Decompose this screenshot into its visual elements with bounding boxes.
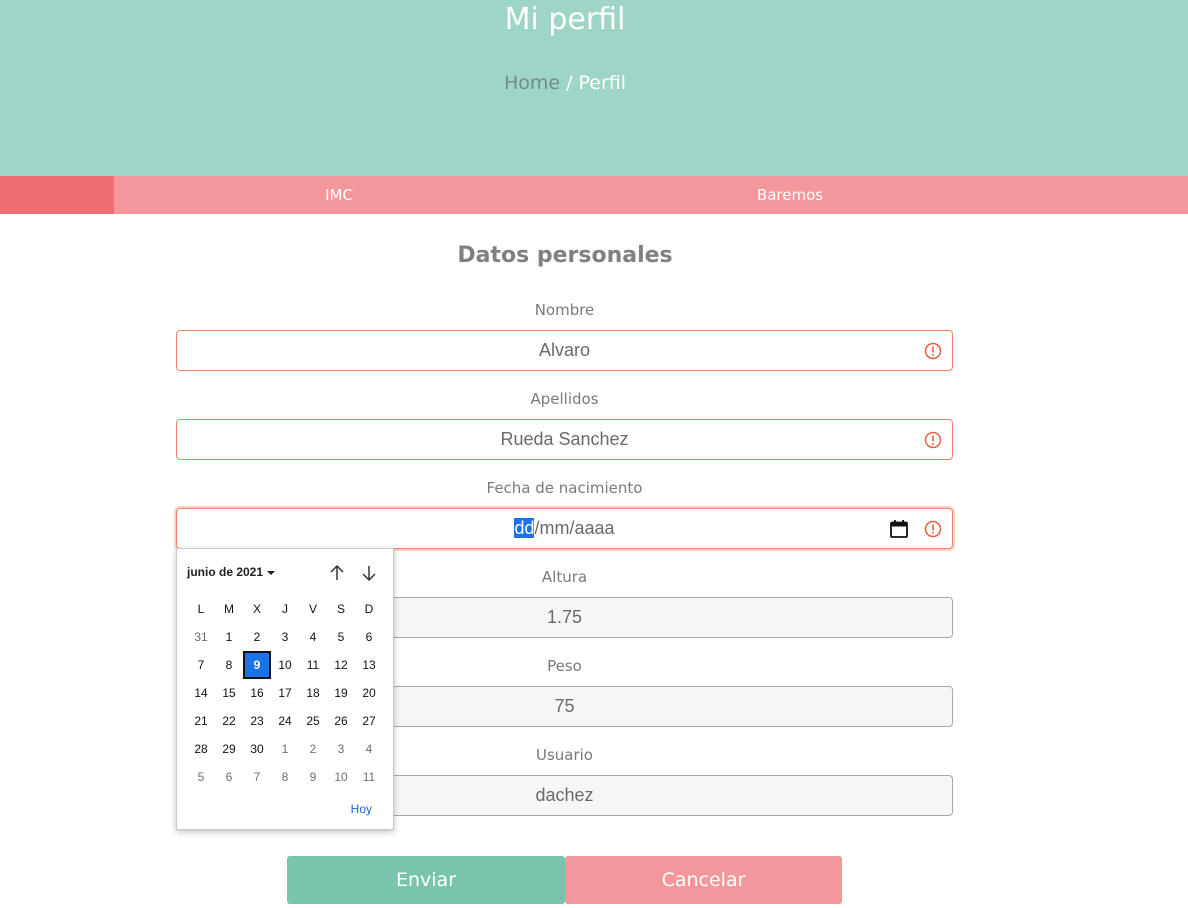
calendar-day[interactable]: 5 (327, 623, 355, 651)
arrow-up-icon[interactable] (327, 563, 347, 583)
weekday-label: M (224, 602, 234, 616)
calendar-day[interactable]: 22 (215, 707, 243, 735)
breadcrumb-current: Perfil (578, 72, 627, 94)
calendar-day[interactable]: 20 (355, 679, 383, 707)
calendar-day[interactable]: 8 (215, 651, 243, 679)
calendar-day[interactable]: 5 (187, 763, 215, 791)
caret-down-icon (267, 570, 276, 575)
today-button[interactable]: Hoy (351, 802, 372, 816)
weekday-label: S (336, 602, 345, 616)
calendar-week-row: 14 15 16 17 18 19 20 (187, 679, 383, 707)
calendar-day[interactable]: 7 (187, 651, 215, 679)
calendar-day[interactable]: 6 (355, 623, 383, 651)
calendar-day[interactable]: 24 (271, 707, 299, 735)
apellidos-input[interactable]: Rueda Sanchez (176, 419, 953, 460)
weekday-label: J (282, 602, 288, 616)
cancel-button[interactable]: Cancelar (565, 856, 842, 904)
breadcrumb: Home / Perfil (0, 72, 1130, 94)
calendar-week-row: 28 29 30 1 2 3 4 (187, 735, 383, 763)
calendar-day[interactable]: 28 (187, 735, 215, 763)
calendar-day[interactable]: 17 (271, 679, 299, 707)
calendar-day[interactable]: 3 (271, 623, 299, 651)
exclamation-circle-icon (924, 342, 942, 360)
breadcrumb-home-link[interactable]: Home (504, 72, 560, 94)
page-header: Mi perfil Home / Perfil (0, 0, 1188, 176)
date-picker-popup: junio de 2021 LMXJVSD 31 1 2 3 4 5 6 7 8 9 10 11 12 1… (176, 548, 394, 830)
month-year-selector[interactable]: junio de 2021 (187, 565, 276, 579)
nav-item-active[interactable] (0, 176, 114, 214)
nav-item-baremos[interactable]: Baremos (564, 176, 1016, 214)
calendar-day[interactable]: 11 (299, 651, 327, 679)
calendar-day[interactable]: 16 (243, 679, 271, 707)
apellidos-value: Rueda Sanchez (500, 429, 629, 449)
calendar-days: 31 1 2 3 4 5 6 7 8 9 10 11 12 13 14 15 16 17 18 19 20 21 22 23 2… (187, 623, 383, 791)
calendar-day[interactable]: 15 (215, 679, 243, 707)
calendar-day[interactable]: 3 (327, 735, 355, 763)
calendar-week-row: 31 1 2 3 4 5 6 (187, 623, 383, 651)
exclamation-circle-icon (924, 431, 942, 449)
arrow-down-icon[interactable] (359, 563, 379, 583)
calendar-day[interactable]: 2 (243, 623, 271, 651)
calendar-day[interactable]: 21 (187, 707, 215, 735)
weekday-label: V (308, 602, 317, 616)
calendar-day[interactable]: 14 (187, 679, 215, 707)
calendar-day[interactable]: 4 (355, 735, 383, 763)
nav-item-imc[interactable]: IMC (114, 176, 564, 214)
date-rest-segments[interactable]: /mm/aaaa (534, 518, 614, 538)
calendar-day[interactable]: 30 (243, 735, 271, 763)
calendar-day[interactable]: 2 (299, 735, 327, 763)
fecha-label: Fecha de nacimiento (486, 479, 643, 497)
submit-button[interactable]: Enviar (287, 856, 565, 904)
calendar-day[interactable]: 10 (327, 763, 355, 791)
calendar-day[interactable]: 27 (355, 707, 383, 735)
apellidos-label: Apellidos (530, 390, 599, 408)
calendar-week-row: 7 8 9 10 11 12 13 (187, 651, 383, 679)
calendar-day[interactable]: 29 (215, 735, 243, 763)
calendar-day[interactable]: 9 (299, 763, 327, 791)
nombre-input[interactable]: Alvaro (176, 330, 953, 371)
calendar-day[interactable]: 10 (271, 651, 299, 679)
weekday-label: X (252, 602, 261, 616)
nombre-value: Alvaro (538, 340, 591, 360)
calendar-day[interactable]: 31 (187, 623, 215, 651)
calendar-week-row: 21 22 23 24 25 26 27 (187, 707, 383, 735)
nav-bar: IMC Baremos (0, 176, 1188, 214)
altura-value: 1.75 (546, 607, 583, 627)
calendar-day[interactable]: 12 (327, 651, 355, 679)
calendar-day[interactable]: 1 (215, 623, 243, 651)
peso-value: 75 (554, 696, 575, 716)
weekday-label: D (364, 602, 374, 616)
calendar-day[interactable]: 8 (271, 763, 299, 791)
calendar-day[interactable]: 18 (299, 679, 327, 707)
section-title: Datos personales (457, 243, 673, 268)
calendar-day[interactable]: 7 (243, 763, 271, 791)
nombre-label: Nombre (534, 301, 595, 319)
calendar-day[interactable]: 1 (271, 735, 299, 763)
calendar-day[interactable]: 13 (355, 651, 383, 679)
calendar-day[interactable]: 23 (243, 707, 271, 735)
date-day-segment[interactable]: dd (514, 518, 535, 538)
weekday-header-row: LMXJVSD (187, 595, 383, 623)
weekday-label: L (197, 602, 205, 616)
page-title: Mi perfil (504, 2, 626, 37)
calendar-icon[interactable] (889, 519, 909, 539)
fecha-nacimiento-input[interactable]: dd/mm/aaaa (176, 508, 953, 549)
calendar-day[interactable]: 6 (215, 763, 243, 791)
calendar-day-selected[interactable]: 9 (243, 651, 271, 679)
breadcrumb-separator: / (566, 72, 573, 94)
month-year-label: junio de 2021 (187, 565, 264, 579)
calendar-day[interactable]: 26 (327, 707, 355, 735)
calendar-grid: LMXJVSD 31 1 2 3 4 5 6 7 8 9 10 11 12 13 14 15 16 17 18 19 2… (187, 595, 383, 791)
exclamation-circle-icon (924, 520, 942, 538)
calendar-day[interactable]: 11 (355, 763, 383, 791)
calendar-day[interactable]: 25 (299, 707, 327, 735)
calendar-day[interactable]: 4 (299, 623, 327, 651)
usuario-value: dachez (535, 785, 594, 805)
calendar-week-row: 5 6 7 8 9 10 11 (187, 763, 383, 791)
calendar-day[interactable]: 19 (327, 679, 355, 707)
